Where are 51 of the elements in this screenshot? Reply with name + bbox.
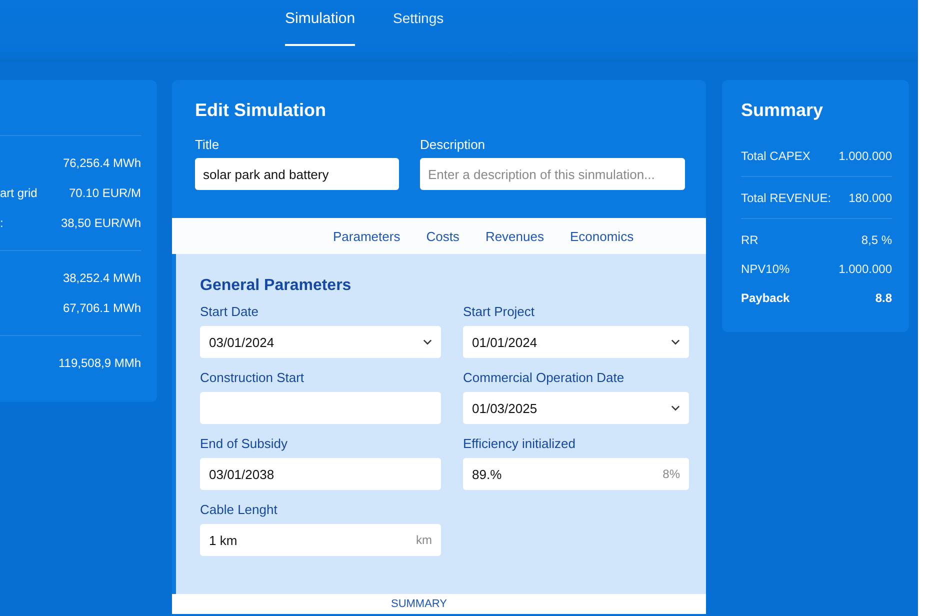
field-label: Description: [420, 137, 486, 152]
date-dropdown[interactable]: 01/01/2024: [463, 326, 689, 358]
summary-label: Total CAPEX: [741, 148, 810, 162]
text-field[interactable]: [200, 392, 441, 424]
section-tab[interactable]: Costs: [426, 228, 460, 244]
date-dropdown[interactable]: 01/03/2025: [463, 392, 689, 424]
row-value: 67,706.1 MWh: [62, 301, 141, 315]
chevron-down-icon: [423, 339, 432, 345]
section-tab[interactable]: Parameters: [333, 228, 400, 244]
summary-value: 8.8: [875, 290, 892, 304]
field-label: Start Date: [200, 304, 260, 319]
unit-field[interactable]: 1 km km: [200, 524, 441, 556]
summary-label: Total REVENUE:: [741, 190, 832, 204]
row-value: 38,50 EUR/Wh: [60, 216, 141, 230]
panel-title: Summary: [741, 100, 824, 121]
row-value: 38,252.4 MWh: [62, 271, 141, 285]
text-field[interactable]: solar park and battery: [195, 158, 399, 190]
text-field[interactable]: 03/01/2038: [200, 458, 441, 490]
chevron-down-icon: [671, 405, 680, 411]
unit-label: km: [416, 533, 432, 547]
section-tab[interactable]: Economics: [570, 228, 634, 244]
summary-label: NPV10%: [741, 262, 790, 276]
nav-tab[interactable]: Simulation: [285, 0, 356, 46]
row-value: 76,256.4 MWh: [62, 156, 141, 170]
date-dropdown[interactable]: 03/01/2024: [200, 326, 441, 358]
summary-value: 8,5 %: [861, 232, 892, 246]
field-label: Title: [195, 137, 220, 152]
row-value: 119,508,9 MMh: [58, 356, 141, 370]
description-field[interactable]: Enter a description of this sinmulation...: [420, 158, 685, 190]
summary-label: RR: [741, 232, 758, 246]
summary-value: 1.000.000: [838, 262, 892, 276]
field-label: End of Subsidy: [200, 436, 288, 451]
field-label: Commercial Operation Date: [463, 370, 626, 385]
section-tab[interactable]: Revenues: [485, 228, 544, 244]
field-label: Efficiency initialized: [463, 436, 576, 451]
nav-tab[interactable]: Settings: [393, 0, 444, 40]
summary-link[interactable]: SUMMARY: [390, 598, 448, 610]
summary-value: 1.000.000: [838, 148, 892, 162]
section-title: General Parameters: [200, 277, 352, 295]
chevron-down-icon: [671, 339, 680, 345]
field-label: Cable Lenght: [200, 502, 278, 517]
unit-field[interactable]: 89.% 8%: [463, 458, 689, 490]
unit-label: 8%: [662, 467, 680, 481]
row-label: art grid: [0, 186, 38, 200]
field-label: Start Project: [463, 304, 536, 319]
summary-label: Payback: [741, 290, 790, 304]
summary-value: 180.000: [848, 190, 892, 204]
field-label: Construction Start: [200, 370, 306, 385]
panel-title: Edit Simulation: [195, 100, 328, 121]
row-label: :: [0, 216, 4, 230]
row-value: 70.10 EUR/M: [68, 186, 141, 200]
